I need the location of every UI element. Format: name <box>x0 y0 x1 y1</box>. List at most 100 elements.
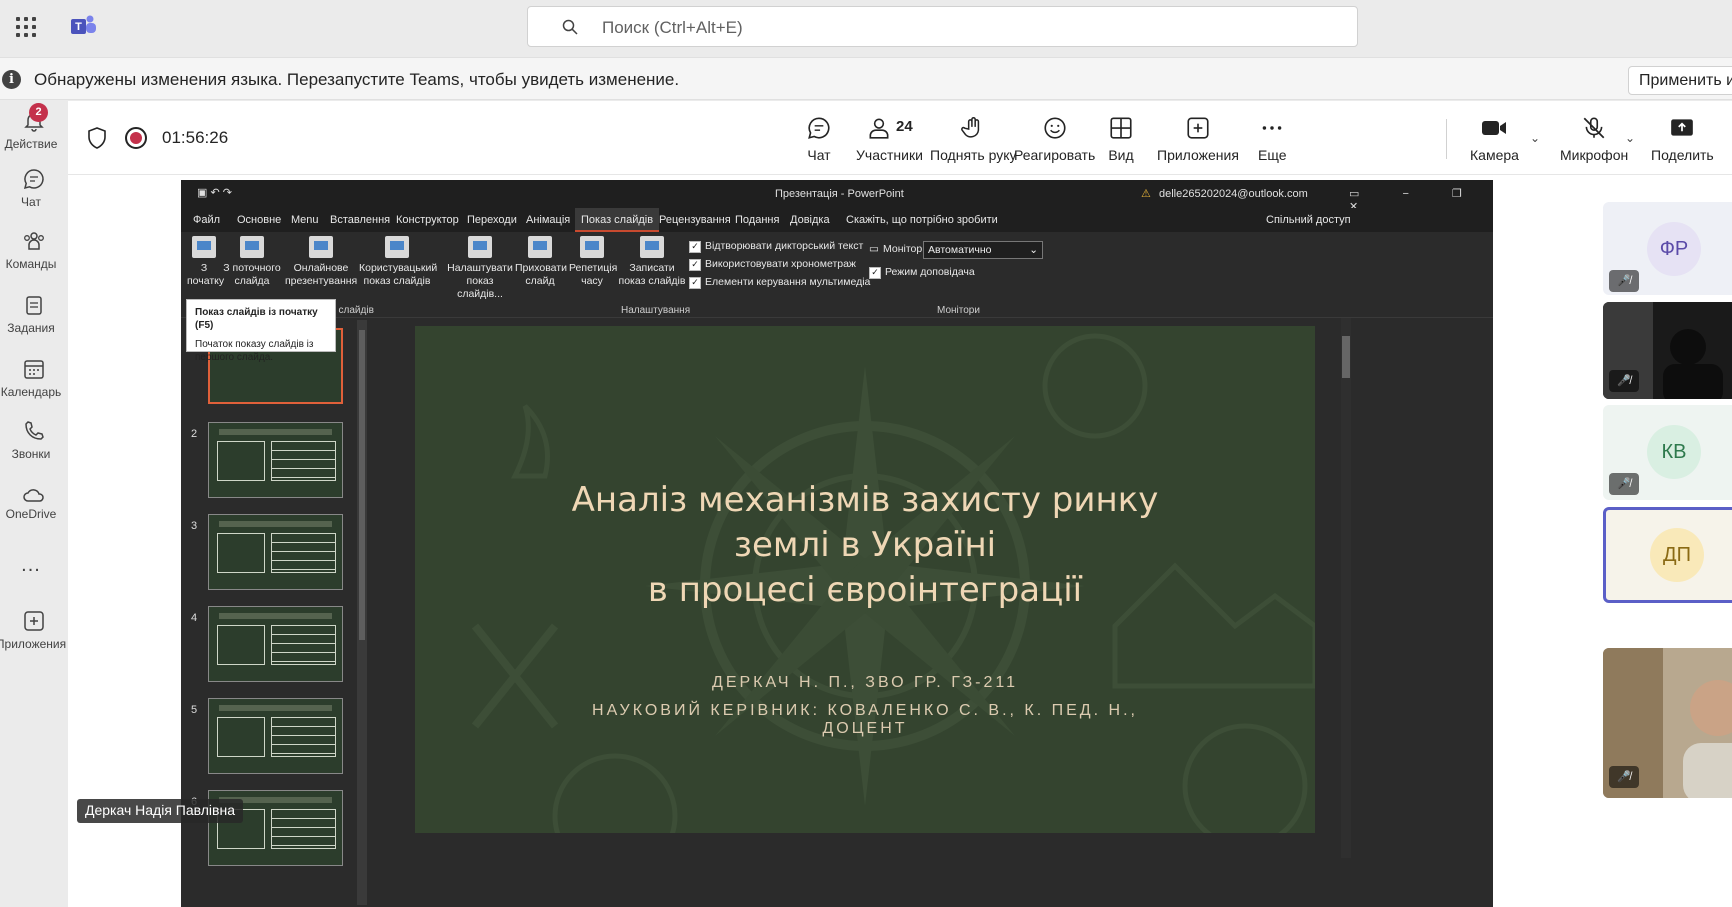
avatar: КВ <box>1647 425 1701 479</box>
slide-author[interactable]: ДЕРКАЧ Н. П., ЗВО ГР. ГЗ-211 <box>475 674 1255 692</box>
tell-me-input[interactable]: Скажіть, що потрібно зробити <box>846 214 998 226</box>
view-label: Вид <box>1108 147 1134 163</box>
mic-button[interactable]: Микрофон <box>1560 115 1628 163</box>
teams-logo-icon: T <box>71 15 96 34</box>
monitor-select[interactable]: Автоматично ⌄ <box>923 241 1043 259</box>
hand-icon <box>961 117 980 138</box>
mic-muted-icon: 🎤̸ <box>1609 473 1639 495</box>
search-input[interactable]: Поиск (Ctrl+Alt+E) <box>527 6 1358 47</box>
camera-button[interactable]: Камера <box>1470 115 1519 163</box>
tab-view[interactable]: Подання <box>735 214 779 226</box>
rail-label: OneDrive <box>5 507 57 521</box>
tab-animations[interactable]: Анімація <box>526 214 570 226</box>
rail-item-activity[interactable]: 2 Действие <box>0 103 68 151</box>
chat-icon <box>23 169 44 190</box>
view-button[interactable]: Вид <box>1108 115 1134 163</box>
custom-show-button[interactable]: Користувацький показ слайдів <box>359 236 437 288</box>
participant-video-tile[interactable]: 🎤̸ <box>1603 648 1732 798</box>
from-start-button[interactable]: З початку <box>187 236 224 288</box>
tab-transitions[interactable]: Переходи <box>467 214 517 226</box>
participant-tile[interactable]: ФР 🎤̸ <box>1603 202 1732 295</box>
slide-thumbnail[interactable] <box>208 606 343 682</box>
chat-button[interactable]: Чат <box>806 115 832 163</box>
tab-slideshow[interactable]: Показ слайдів <box>575 208 660 232</box>
shield-icon[interactable] <box>87 127 107 149</box>
rail-item-more[interactable]: ... <box>0 554 68 577</box>
rail-item-teams[interactable]: Команды <box>0 229 68 271</box>
present-online-button[interactable]: Онлайнове презентування <box>285 236 357 288</box>
participants-button[interactable]: 24 Участники <box>856 115 923 163</box>
editor-scrollbar[interactable] <box>1341 318 1351 858</box>
ppt-window-title: Презентація - PowerPoint <box>775 188 904 200</box>
chevron-down-icon: ⌄ <box>1029 244 1038 256</box>
slide-number: 4 <box>191 612 198 624</box>
more-button[interactable]: Еще <box>1258 115 1287 163</box>
share-label: Поделить <box>1651 147 1714 163</box>
checkbox-narration[interactable]: Відтворювати дикторський текст <box>689 240 863 253</box>
rail-item-calendar[interactable]: Календарь <box>0 357 68 399</box>
activity-badge: 2 <box>29 103 48 122</box>
setup-show-button[interactable]: Налаштувати показ слайдів... <box>445 236 515 301</box>
slide-supervisor[interactable]: НАУКОВИЙ КЕРІВНИК: КОВАЛЕНКО С. В., К. П… <box>475 702 1255 720</box>
tab-design[interactable]: Конструктор <box>396 214 459 226</box>
mic-label: Микрофон <box>1560 147 1629 163</box>
checkbox-presenter-view[interactable]: Режим доповідача <box>869 266 975 279</box>
slide-title-line: землі в Україні <box>733 525 997 565</box>
mic-options-chevron-icon[interactable]: ⌄ <box>1625 131 1635 145</box>
tab-help[interactable]: Довідка <box>790 214 830 226</box>
ppt-account: delle265202024@outlook.com <box>1159 188 1308 200</box>
meeting-toolbar: 01:56:26 Чат 24 Участники Поднять руку Р… <box>68 101 1732 175</box>
hide-slide-button[interactable]: Приховати слайд <box>515 236 567 288</box>
checkbox-timings[interactable]: Використовувати хронометраж <box>689 258 856 271</box>
from-current-button[interactable]: З поточного слайда <box>223 236 281 288</box>
rehearse-button[interactable]: Репетиція часу <box>569 236 617 288</box>
slide-supervisor-title[interactable]: ДОЦЕНТ <box>475 720 1255 738</box>
emoji-icon <box>1044 117 1066 139</box>
apply-button[interactable]: Применить и <box>1628 66 1732 95</box>
slide-thumbnail[interactable] <box>208 698 343 774</box>
ppt-titlebar: ▣ ↶ ↷ Презентація - PowerPoint ⚠ delle26… <box>181 180 1493 213</box>
tab-home[interactable]: Основне <box>237 214 281 226</box>
rail-item-chat[interactable]: Чат <box>0 167 68 209</box>
share-screen-icon <box>1671 119 1694 136</box>
apps-button[interactable]: Приложения <box>1157 115 1239 163</box>
share-button[interactable]: Поделить <box>1651 115 1714 163</box>
rail-item-assignments[interactable]: Задания <box>0 293 68 335</box>
slide-thumbnail[interactable] <box>208 514 343 590</box>
rail-item-onedrive[interactable]: OneDrive <box>0 485 68 521</box>
camera-options-chevron-icon[interactable]: ⌄ <box>1530 131 1540 145</box>
monitor-icon: ▭ <box>869 243 879 255</box>
rail-item-apps[interactable]: Приложения <box>0 609 68 651</box>
checkbox-media-controls[interactable]: Елементи керування мультимедіа <box>689 276 870 289</box>
react-button[interactable]: Реагировать <box>1014 115 1095 163</box>
tab-file[interactable]: Файл <box>193 214 220 226</box>
save-icon[interactable]: ▣ ↶ ↷ <box>197 186 232 199</box>
participant-tile[interactable]: КВ 🎤̸ <box>1603 405 1732 500</box>
rail-item-calls[interactable]: Звонки <box>0 419 68 461</box>
group-setup-label: Налаштування <box>621 305 691 316</box>
record-show-button[interactable]: Записати показ слайдів <box>617 236 687 288</box>
slide-thumbnail[interactable] <box>208 422 343 498</box>
share-link[interactable]: Спільний доступ <box>1266 214 1351 226</box>
monitor-label: Монітор: <box>883 243 926 255</box>
tab-menu[interactable]: Menu <box>291 214 319 226</box>
more-dots-icon <box>1262 126 1282 130</box>
app-launcher-icon[interactable] <box>16 17 36 37</box>
raise-hand-button[interactable]: Поднять руку <box>930 115 1017 163</box>
slide-editor: Аналіз механізмів захисту ринку землі в … <box>371 318 1493 907</box>
tooltip-title: Показ слайдів із початку (F5) <box>195 307 318 331</box>
slide-title[interactable]: Аналіз механізмів захисту ринку землі в … <box>475 478 1255 613</box>
participant-tile-active-speaker[interactable]: ДП <box>1603 507 1732 603</box>
slide-number: 5 <box>191 704 198 716</box>
monitor-value: Автоматично <box>928 244 992 256</box>
setup-show-icon <box>468 236 492 258</box>
thumbnails-scrollbar[interactable] <box>357 320 367 905</box>
participant-video-tile[interactable]: 🎤̸ <box>1603 302 1732 399</box>
ppt-ribbon: З початку З поточного слайда Онлайнове п… <box>181 232 1493 318</box>
participants-label: Участники <box>856 147 923 163</box>
tab-insert[interactable]: Вставлення <box>330 214 390 226</box>
current-slide[interactable]: Аналіз механізмів захисту ринку землі в … <box>415 326 1315 833</box>
tab-review[interactable]: Рецензування <box>659 214 731 226</box>
top-bar: T Поиск (Ctrl+Alt+E) <box>0 0 1732 52</box>
avatar: ДП <box>1650 528 1704 582</box>
